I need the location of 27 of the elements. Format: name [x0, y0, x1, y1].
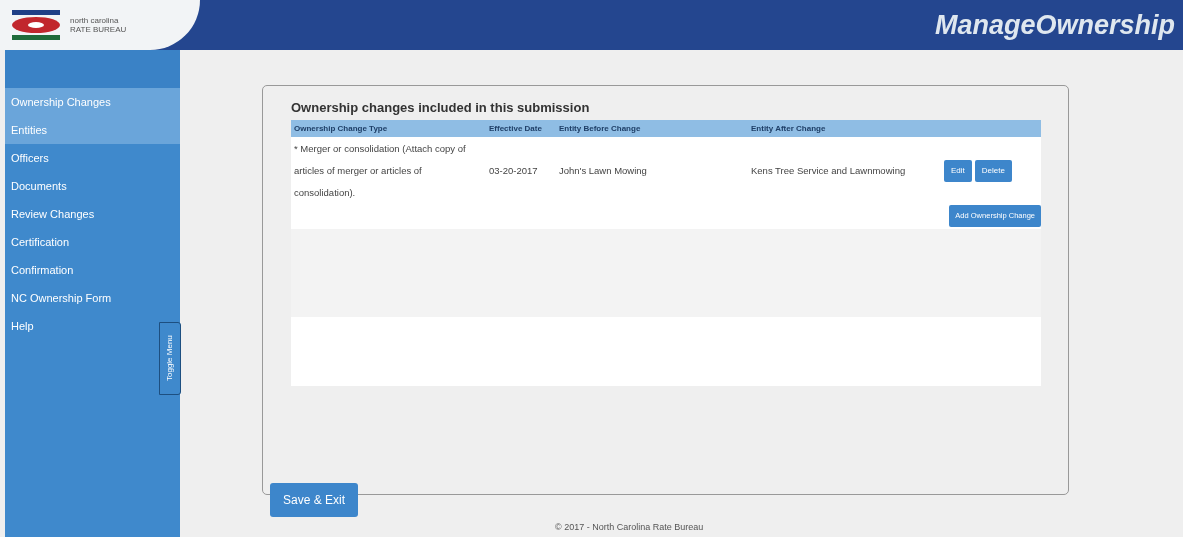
save-exit-button[interactable]: Save & Exit [270, 483, 359, 517]
sidebar-item[interactable]: Confirmation [5, 256, 153, 284]
row-action-button[interactable]: Edit [944, 160, 972, 182]
column-header: Entity Before Change [559, 122, 642, 135]
column-header: Effective Date [489, 122, 543, 135]
sidebar-item[interactable]: Help [5, 312, 153, 340]
table-cell-text: Kens Tree Service and Lawnmowing [751, 163, 907, 178]
table-cell-text: John's Lawn Mowing [559, 163, 648, 178]
sidebar-item[interactable]: Review Changes [5, 200, 153, 228]
sidebar-item[interactable]: NC Ownership Form [5, 284, 153, 312]
logo-text: north carolina [70, 16, 120, 25]
footer-text: © 2017 - North Carolina Rate Bureau [555, 521, 704, 534]
sidebar-item[interactable]: Officers [5, 144, 153, 172]
sidebar-item[interactable]: Entities [5, 116, 180, 144]
sidebar-item[interactable]: Ownership Changes [5, 88, 180, 116]
page-title: ManageOwnership [934, 8, 1176, 42]
toggle-menu-tab[interactable]: Toggle Menu [159, 322, 181, 395]
column-header: Ownership Change Type [294, 122, 389, 135]
sidebar-item[interactable]: Certification [5, 228, 153, 256]
column-header: Entity After Change [751, 122, 827, 135]
table-cell-text: * Merger or consolidation (Attach copy of articles of merger or articles of consolidation). [294, 142, 467, 200]
logo-text: RATE BUREAU [70, 25, 127, 34]
table-cell-text: 03-20-2017 [489, 163, 539, 178]
panel-title: Ownership changes included in this submission [291, 99, 591, 118]
logo-icon [10, 9, 62, 41]
sidebar-item[interactable]: Documents [5, 172, 153, 200]
row-action-button[interactable]: Delete [974, 160, 1012, 182]
